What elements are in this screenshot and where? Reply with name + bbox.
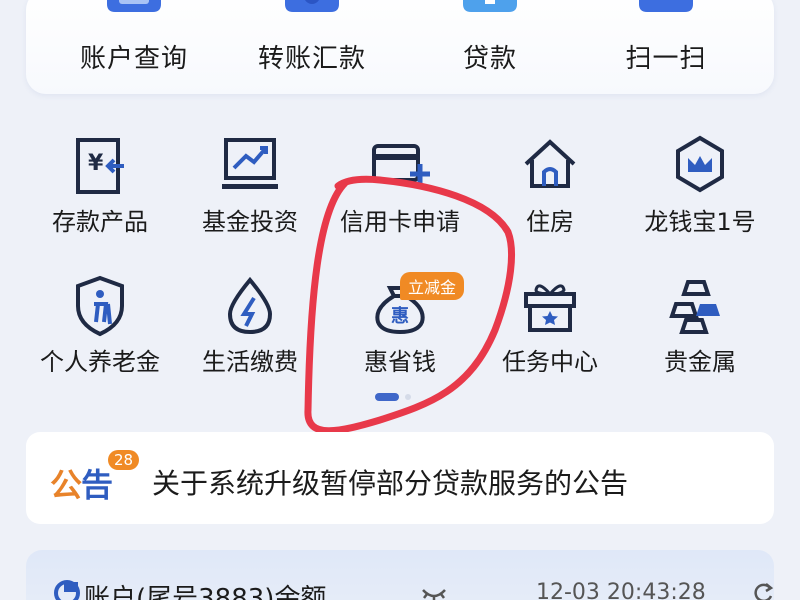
scan-icon	[639, 0, 693, 12]
function-label: 住房	[526, 208, 574, 236]
account-query-icon	[107, 0, 161, 12]
function-label: 个人养老金	[40, 348, 160, 376]
announcement-logo-part1: 公	[50, 466, 82, 504]
function-label: 基金投资	[202, 208, 298, 236]
pension-shield-icon	[76, 275, 124, 337]
crown-icon	[676, 135, 724, 193]
function-credit-card-apply[interactable]: 信用卡申请	[325, 134, 475, 254]
function-label: 生活缴费	[202, 348, 298, 376]
money-bag-char: 惠	[391, 306, 409, 327]
discount-badge: 立减金	[400, 272, 465, 300]
account-update-time: 12-03 20:43:28	[536, 580, 706, 600]
announcement-bar[interactable]: 公告 28 关于系统升级暂停部分贷款服务的公告	[26, 432, 774, 524]
transfer-icon	[285, 0, 339, 12]
fund-chart-icon	[222, 138, 278, 189]
function-precious-metals[interactable]: 贵金属	[625, 274, 775, 394]
function-task-center[interactable]: 任务中心	[475, 274, 625, 394]
quick-actions-card: 账户查询 转账汇款 贷款 扫一扫	[26, 0, 774, 94]
function-label: 贵金属	[664, 348, 736, 376]
function-personal-pension[interactable]: 个人养老金	[25, 274, 175, 394]
house-icon	[524, 139, 576, 188]
gift-box-icon	[524, 284, 576, 332]
function-label: 惠省钱	[364, 348, 436, 376]
loan-icon	[463, 0, 517, 12]
function-label: 存款产品	[52, 208, 148, 236]
function-fund-investment[interactable]: 基金投资	[175, 134, 325, 254]
function-housing[interactable]: 住房	[475, 134, 625, 254]
quick-action-label: 扫一扫	[625, 44, 707, 74]
gold-bars-icon	[669, 280, 720, 334]
bank-logo-icon	[54, 580, 80, 600]
function-longqianbao[interactable]: 龙钱宝1号	[625, 134, 775, 254]
function-label: 任务中心	[502, 348, 598, 376]
hide-balance-eye-icon[interactable]	[421, 584, 447, 600]
quick-action-label: 贷款	[462, 44, 517, 74]
announcement-logo-part2: 告	[81, 466, 113, 504]
quick-action-transfer[interactable]: 转账汇款	[232, 0, 392, 94]
page-dot	[405, 394, 411, 400]
refresh-icon[interactable]	[752, 582, 774, 600]
announcement-logo: 公告	[50, 460, 113, 506]
quick-action-scan[interactable]: 扫一扫	[586, 0, 746, 94]
announcement-text[interactable]: 关于系统升级暂停部分贷款服务的公告	[152, 462, 628, 502]
page-dot-active	[375, 393, 399, 401]
function-deposit-products[interactable]: ¥ 存款产品	[25, 134, 175, 254]
account-balance-card[interactable]: 账户(尾号3883)余额 12-03 20:43:28	[26, 550, 774, 600]
function-utility-payment[interactable]: 生活缴费	[175, 274, 325, 394]
credit-card-add-icon	[372, 144, 430, 184]
deposit-icon: ¥	[76, 138, 124, 194]
svg-text:¥: ¥	[88, 151, 104, 176]
announcement-count-badge: 28	[108, 450, 140, 470]
function-label: 信用卡申请	[340, 208, 460, 236]
page-indicator	[375, 393, 415, 403]
function-label: 龙钱宝1号	[644, 208, 756, 236]
quick-action-loan[interactable]: 贷款	[410, 0, 570, 94]
utility-drop-icon	[227, 276, 273, 335]
account-title: 账户(尾号3883)余额	[84, 584, 327, 600]
quick-action-label: 账户查询	[79, 44, 188, 74]
quick-action-account-query[interactable]: 账户查询	[54, 0, 214, 94]
quick-action-label: 转账汇款	[257, 44, 366, 74]
